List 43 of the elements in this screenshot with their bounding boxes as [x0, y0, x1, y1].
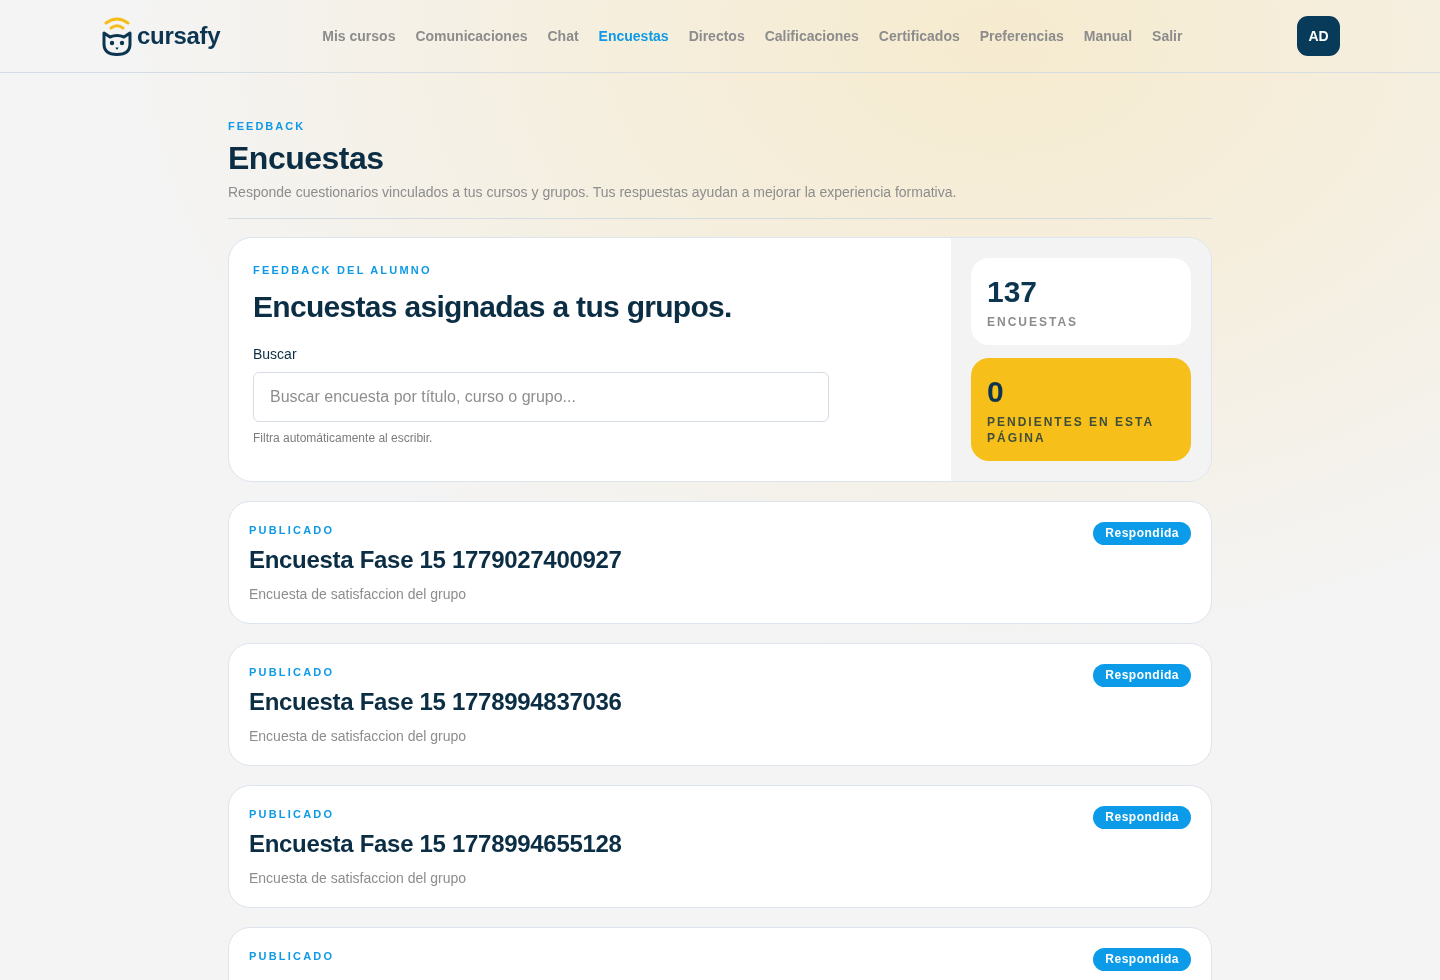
nav-link[interactable]: Certificados	[878, 28, 960, 44]
avatar-button[interactable]: AD	[1297, 16, 1340, 56]
survey-card[interactable]: PUBLICADO Encuesta Fase 15 1779027400927 Encuesta de satisfaccion del grupo Respondida	[228, 501, 1212, 624]
nav-link[interactable]: Encuestas	[598, 28, 669, 44]
survey-status: PUBLICADO	[249, 523, 336, 537]
stat-label: PENDIENTES EN ESTA PÁGINA	[987, 414, 1155, 446]
answered-badge: Respondida	[1093, 806, 1191, 829]
stat-value: 137	[987, 276, 1039, 308]
nav-link[interactable]: Mis cursos	[322, 28, 396, 44]
nav-link[interactable]: Preferencias	[979, 28, 1064, 44]
answered-badge: Respondida	[1093, 664, 1191, 687]
nav-link[interactable]: Chat	[547, 28, 579, 44]
stat-value: 0	[987, 376, 1005, 408]
page-title: Encuestas	[228, 139, 385, 177]
answered-badge: Respondida	[1093, 948, 1191, 971]
panel-eyebrow: FEEDBACK DEL ALUMNO	[253, 263, 433, 277]
survey-status: PUBLICADO	[249, 949, 335, 963]
panel-title: Encuestas asignadas a tus grupos.	[253, 289, 733, 325]
search-label: Buscar	[253, 345, 298, 363]
survey-status: PUBLICADO	[249, 665, 336, 679]
logo-wordmark: cursafy	[137, 22, 221, 50]
survey-title: Encuesta Fase 15 1778994655128	[249, 830, 622, 858]
answered-badge: Respondida	[1093, 522, 1191, 545]
nav-link[interactable]: Calificaciones	[764, 28, 859, 44]
search-field[interactable]: Buscar encuesta por título, curso o grupo...	[253, 372, 829, 422]
stat-label: ENCUESTAS	[987, 314, 1080, 330]
nav-link[interactable]: Comunicaciones	[415, 28, 528, 44]
survey-card[interactable]: PUBLICADO Respondida	[228, 927, 1212, 980]
survey-description: Encuesta de satisfaccion del grupo	[249, 585, 468, 603]
page-subtitle: Responde cuestionarios vinculados a tus cursos y grupos. Tus respuestas ayudan a mejorar la experiencia formativa.	[228, 183, 958, 202]
survey-card[interactable]: PUBLICADO Encuesta Fase 15 1778994655128 Encuesta de satisfaccion del grupo Respondida	[228, 785, 1212, 908]
survey-card[interactable]: PUBLICADO Encuesta Fase 15 1778994837036 Encuesta de satisfaccion del grupo Respondida	[228, 643, 1212, 766]
survey-status: PUBLICADO	[249, 807, 336, 821]
nav-link[interactable]: Directos	[688, 28, 745, 44]
mascot-logo-icon	[100, 16, 134, 56]
search-hint: Filtra automáticamente al escribir.	[253, 430, 434, 446]
section-eyebrow: FEEDBACK	[228, 119, 307, 133]
nav-link[interactable]: Salir	[1152, 28, 1183, 44]
nav-link[interactable]: Manual	[1083, 28, 1133, 44]
survey-title: Encuesta Fase 15 1778994837036	[249, 688, 622, 716]
survey-description: Encuesta de satisfaccion del grupo	[249, 869, 468, 887]
survey-description: Encuesta de satisfaccion del grupo	[249, 727, 468, 745]
survey-title: Encuesta Fase 15 1779027400927	[249, 546, 622, 574]
